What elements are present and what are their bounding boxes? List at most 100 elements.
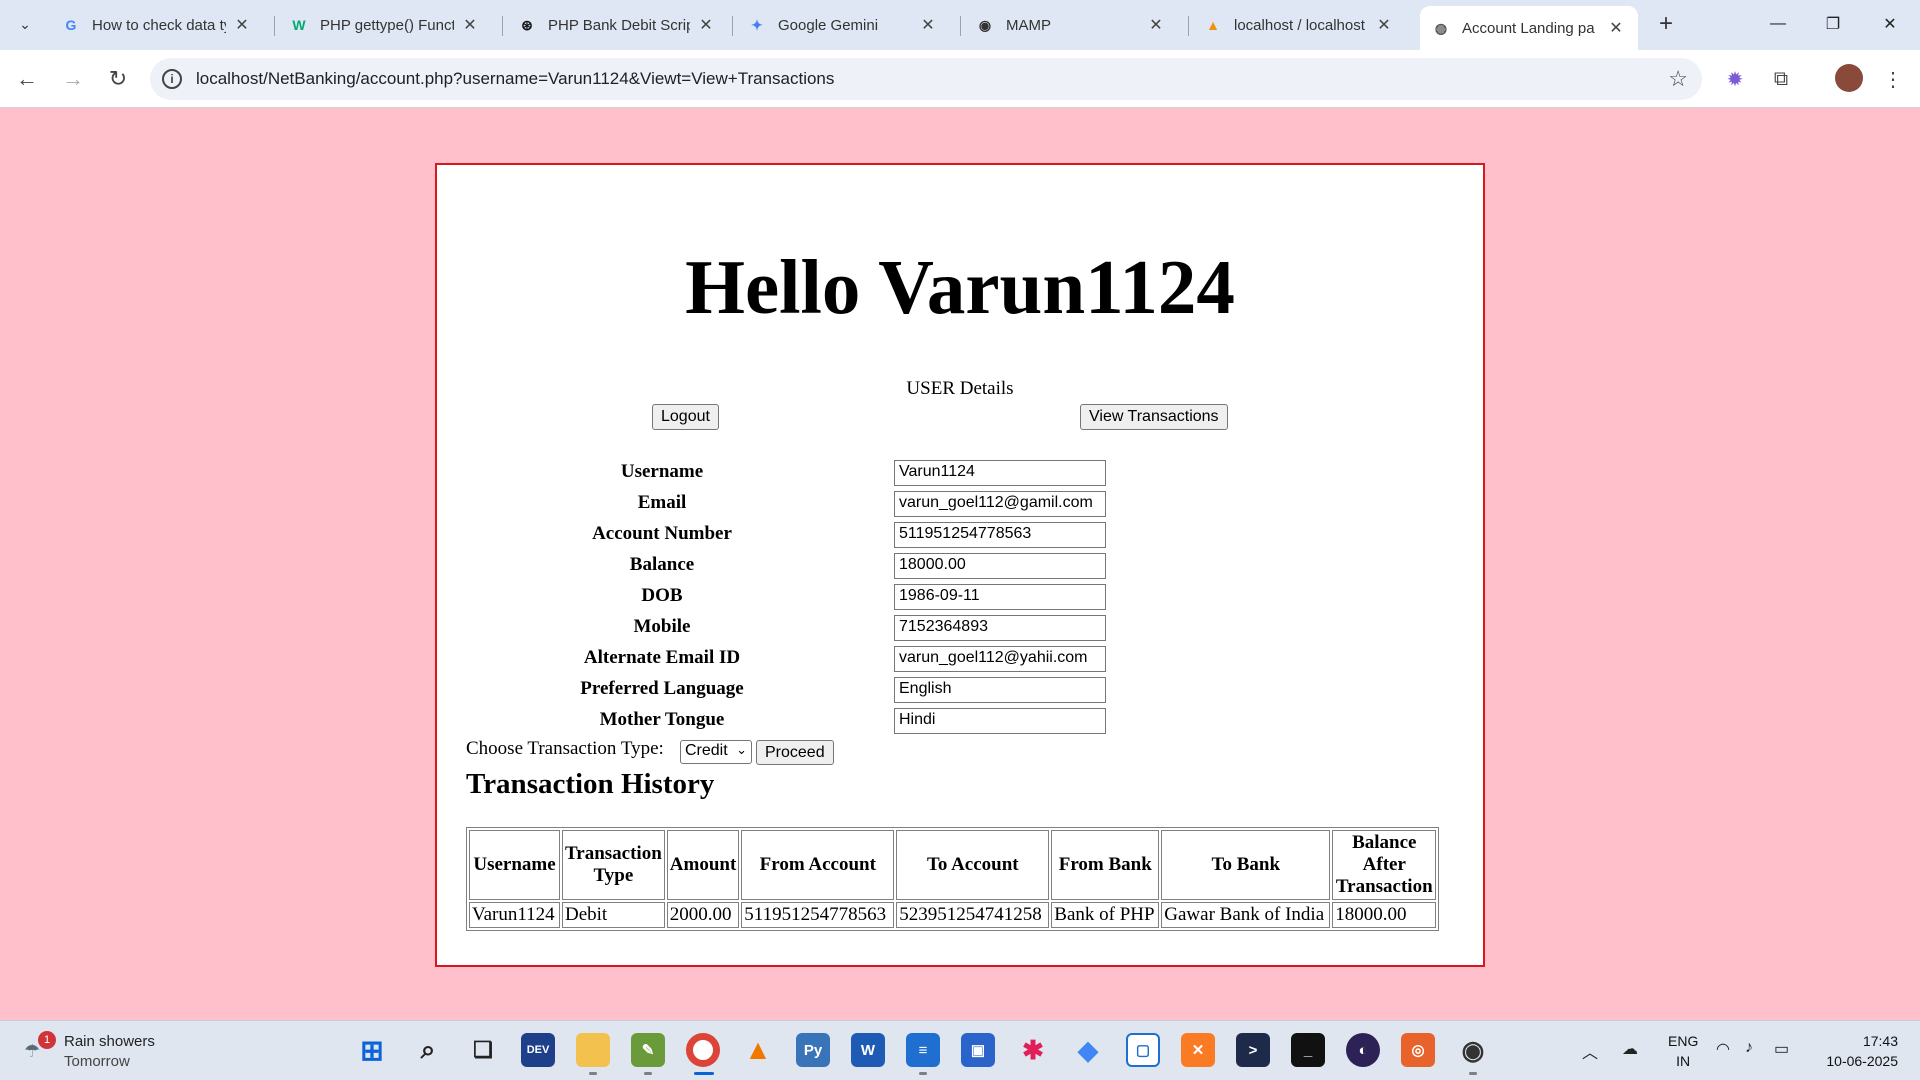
tab-title: Account Landing pa [1462, 19, 1595, 37]
store-icon[interactable]: ▣ [961, 1033, 995, 1067]
bookmark-star-icon[interactable]: ☆ [1668, 66, 1688, 92]
column-header: Amount [666, 830, 740, 900]
slack-icon[interactable]: ✱ [1016, 1033, 1050, 1067]
close-icon[interactable]: ✕ [232, 15, 252, 35]
close-icon[interactable]: ✕ [1606, 18, 1626, 38]
column-header: To Account [896, 830, 1050, 900]
transaction-type-label: Choose Transaction Type: [466, 738, 664, 759]
language-indicator[interactable]: ENG IN [1668, 1031, 1698, 1071]
tab-1[interactable]: W PHP gettype() Functi ✕ [278, 6, 492, 44]
dob-label: DOB [641, 585, 683, 606]
username-label: Username [620, 461, 704, 482]
tab-title: MAMP [1006, 16, 1051, 34]
region-code: IN [1676, 1053, 1691, 1069]
language-code: ENG [1668, 1033, 1699, 1049]
tab-5[interactable]: ▲ localhost / localhost ✕ [1192, 6, 1406, 44]
address-bar[interactable]: i localhost/NetBanking/account.php?usern… [150, 58, 1702, 100]
close-icon[interactable]: ✕ [460, 15, 480, 35]
tab-divider [502, 16, 503, 36]
tab-divider [960, 16, 961, 36]
balance-field[interactable]: 18000.00 [894, 553, 1106, 579]
tab-divider [274, 16, 275, 36]
tab-2[interactable]: ⊛ PHP Bank Debit Scrip ✕ [506, 6, 728, 44]
search-icon[interactable]: ⌕ [411, 1033, 445, 1067]
battery-icon[interactable]: ▭ [1774, 1039, 1789, 1059]
column-header: Balance After Transaction [1332, 830, 1437, 900]
table-cell: Debit [562, 902, 665, 928]
volume-icon[interactable]: ♪ [1745, 1039, 1753, 1057]
terminal-icon[interactable]: _ [1291, 1033, 1325, 1067]
devtools-app-icon[interactable]: DEV [521, 1033, 555, 1067]
mother-tongue-label: Mother Tongue [599, 709, 725, 730]
date: 10-06-2025 [1826, 1053, 1898, 1069]
running-indicator [1469, 1072, 1477, 1075]
site-info-icon[interactable]: i [162, 69, 182, 89]
dob-field[interactable]: 1986-09-11 [894, 584, 1106, 610]
proceed-button[interactable]: Proceed [756, 740, 834, 765]
globe-icon: ◍ [1434, 19, 1448, 36]
username-field[interactable]: Varun1124 [894, 460, 1106, 486]
clock[interactable]: 17:43 10-06-2025 [1826, 1031, 1898, 1071]
table-cell: 511951254778563 [741, 902, 895, 928]
tab-title: How to check data ty [92, 16, 226, 34]
preferred-language-field[interactable]: English [894, 677, 1106, 703]
more-menu-icon[interactable]: ⋮ [1878, 64, 1908, 94]
python-icon[interactable]: Py [796, 1033, 830, 1067]
tab-6-active[interactable]: ◍ Account Landing pa ✕ [1420, 6, 1638, 50]
transaction-type-value: Credit [685, 742, 728, 759]
minimize-icon[interactable]: — [1758, 8, 1798, 40]
alternate-email-field[interactable]: varun_goel112@yahii.com [894, 646, 1106, 672]
table-cell: Bank of PHP [1051, 902, 1160, 928]
start-windows-icon[interactable]: ⊞ [355, 1033, 389, 1067]
tab-0[interactable]: G How to check data ty ✕ [50, 6, 264, 44]
profile-avatar[interactable] [1835, 64, 1863, 92]
close-icon[interactable]: ✕ [1146, 15, 1166, 35]
mother-tongue-field[interactable]: Hindi [894, 708, 1106, 734]
reload-icon[interactable]: ↻ [101, 62, 135, 96]
user-details-title: USER Details [906, 378, 1014, 399]
active-indicator [694, 1072, 714, 1075]
eclipse-icon[interactable]: ◐ [1346, 1033, 1380, 1067]
new-tab-plus-icon[interactable]: + [1652, 10, 1680, 38]
vlc-icon[interactable]: ▲ [741, 1033, 775, 1067]
ubuntu-app-icon[interactable]: ◎ [1401, 1033, 1435, 1067]
powershell-icon[interactable]: > [1236, 1033, 1270, 1067]
url-text[interactable]: localhost/NetBanking/account.php?usernam… [196, 69, 834, 89]
task-view-icon[interactable]: ❏ [466, 1033, 500, 1067]
view-transactions-button[interactable]: View Transactions [1080, 404, 1228, 430]
email-field[interactable]: varun_goel112@gamil.com [894, 491, 1106, 517]
table-cell: 18000.00 [1332, 902, 1437, 928]
mobile-field[interactable]: 7152364893 [894, 615, 1106, 641]
restore-icon[interactable]: ❐ [1813, 8, 1853, 40]
close-icon[interactable]: ✕ [696, 15, 716, 35]
extensions-puzzle-icon[interactable]: ⧉ [1766, 64, 1796, 94]
table-row: Varun1124 Debit 2000.00 511951254778563 … [469, 902, 1437, 928]
remote-desktop-icon[interactable]: ▢ [1126, 1033, 1160, 1067]
forward-icon[interactable]: → [56, 62, 90, 96]
account-number-field[interactable]: 511951254778563 [894, 522, 1106, 548]
logout-button[interactable]: Logout [652, 404, 719, 430]
tab-4[interactable]: ◉ MAMP ✕ [964, 6, 1178, 44]
tab-search-chevron-icon[interactable]: ⌄ [10, 8, 40, 40]
weather-subtitle: Tomorrow [64, 1053, 130, 1070]
file-explorer-icon[interactable] [576, 1033, 610, 1067]
close-icon[interactable]: ✕ [918, 15, 938, 35]
tab-title: localhost / localhost [1234, 16, 1365, 34]
notepad-plus-icon[interactable]: ✎ [631, 1033, 665, 1067]
chrome-icon[interactable] [686, 1033, 720, 1067]
gemini-app-icon[interactable]: ◆ [1071, 1033, 1105, 1067]
word-icon[interactable]: W [851, 1033, 885, 1067]
tab-title: PHP Bank Debit Scrip [548, 16, 690, 34]
xampp-icon[interactable]: ✕ [1181, 1033, 1215, 1067]
close-icon[interactable]: ✕ [1374, 15, 1394, 35]
tab-3[interactable]: ✦ Google Gemini ✕ [736, 6, 950, 44]
back-icon[interactable]: ← [10, 62, 44, 96]
onedrive-cloud-icon[interactable]: ☁ [1622, 1039, 1638, 1059]
wifi-icon[interactable]: ◠ [1716, 1039, 1730, 1059]
tray-overflow-chevron-icon[interactable]: ︿ [1582, 1039, 1598, 1063]
extension-gear-icon[interactable]: ✹ [1720, 64, 1750, 94]
github-desktop-icon[interactable]: ◉ [1456, 1033, 1490, 1067]
transaction-type-select[interactable]: Credit ⌄ [680, 740, 752, 764]
notepad-icon[interactable]: ≡ [906, 1033, 940, 1067]
close-window-icon[interactable]: ✕ [1870, 8, 1910, 40]
